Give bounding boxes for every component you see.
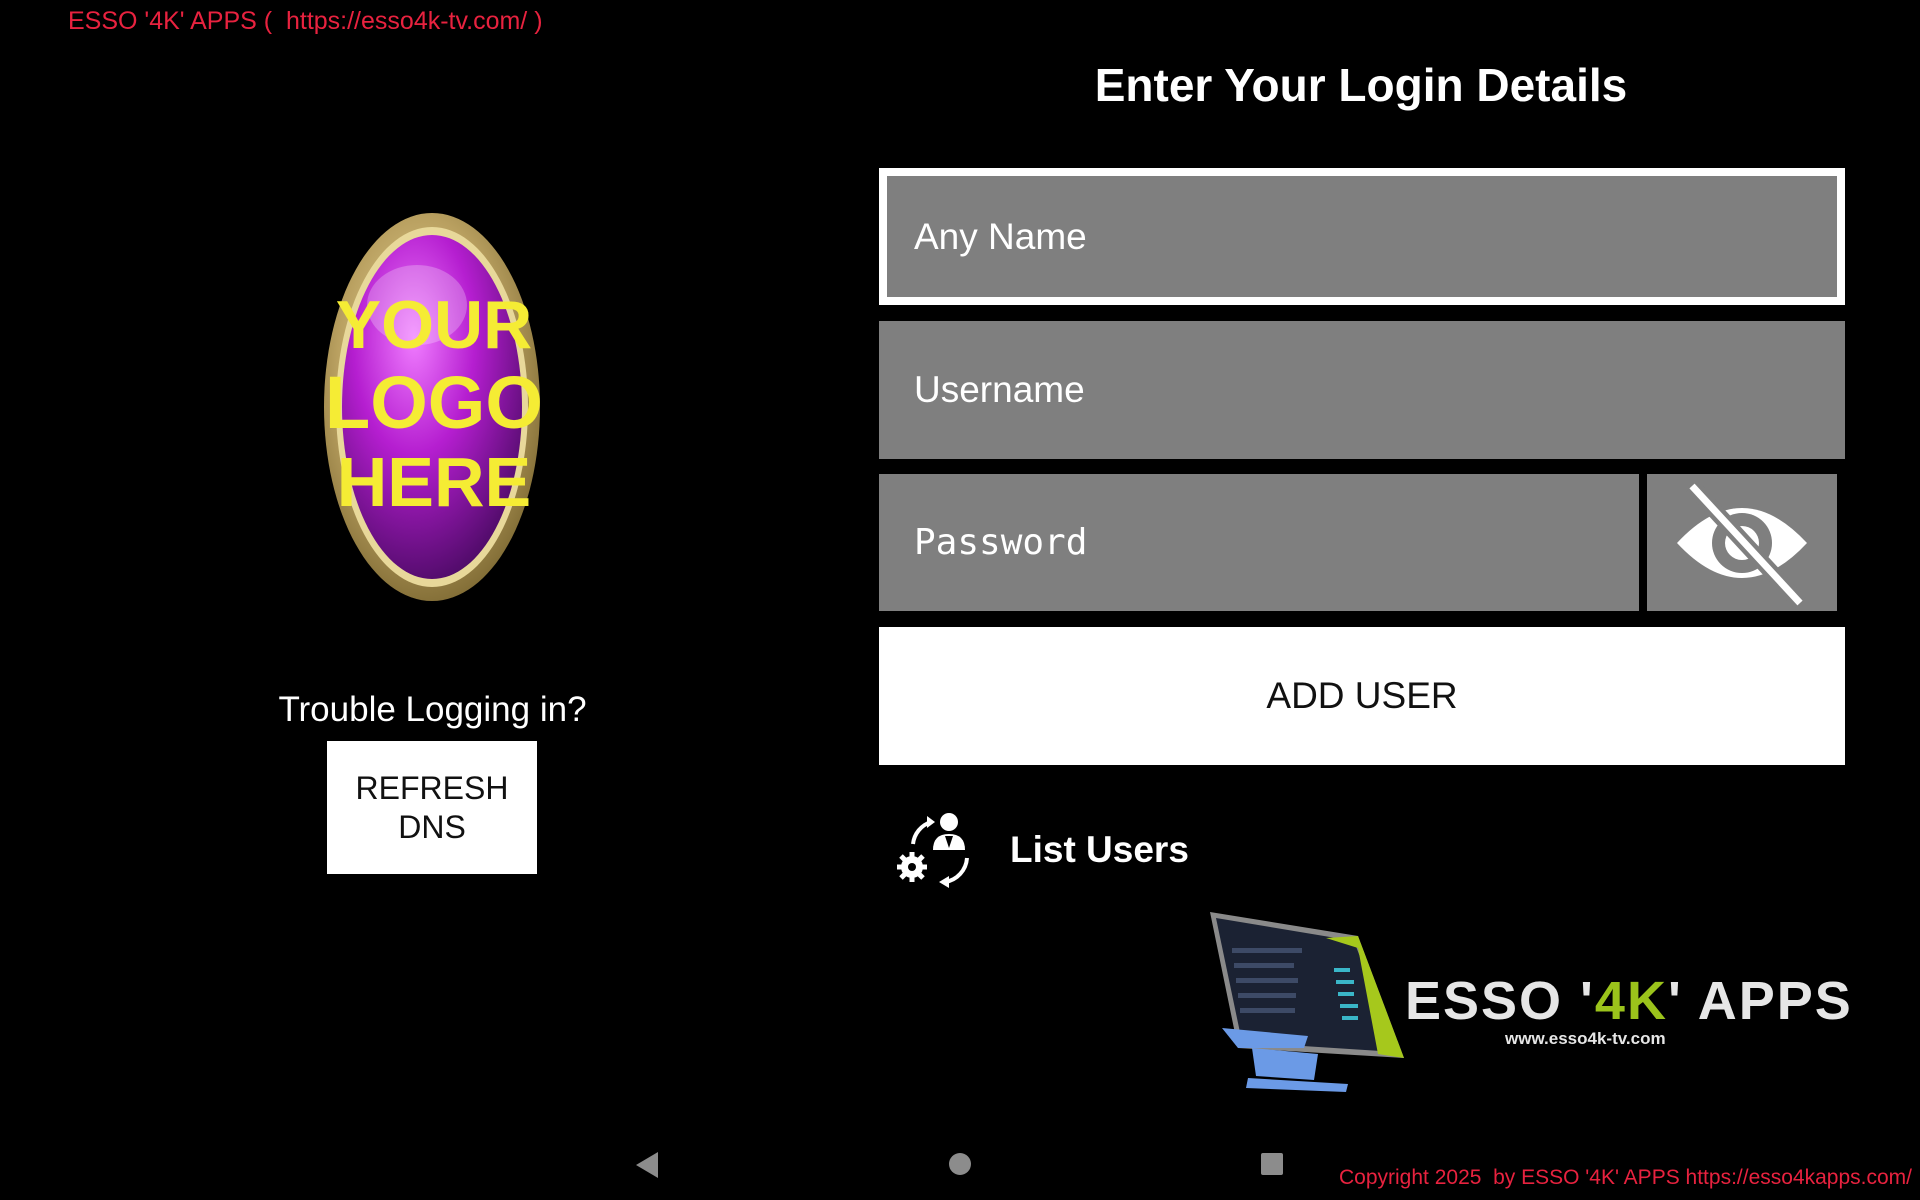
copyright-text: Copyright 2025 by ESSO '4K' APPS https:/…	[1339, 1166, 1912, 1189]
logo-text-line2: LOGO	[325, 361, 542, 444]
any-name-placeholder: Any Name	[914, 215, 1087, 257]
logo-text-line1: YOUR	[336, 287, 532, 363]
brand-monitor-logo	[1210, 912, 1404, 1092]
brand-name-accent: 4K	[1594, 971, 1668, 1031]
password-placeholder: Password	[914, 522, 1088, 563]
list-users-label: List Users	[1010, 829, 1189, 870]
password-input[interactable]: Password	[879, 474, 1639, 611]
logo-text-line3: HERE	[337, 443, 531, 521]
eye-off-icon	[1677, 480, 1807, 608]
login-title: Enter Your Login Details	[1094, 59, 1628, 111]
trouble-logging-text: Trouble Logging in?	[278, 690, 587, 729]
add-user-button[interactable]: ADD USER	[879, 627, 1845, 765]
username-input[interactable]: Username	[879, 321, 1845, 459]
home-icon[interactable]	[948, 1152, 972, 1176]
list-users-button[interactable]: List Users	[895, 810, 1189, 890]
refresh-dns-button[interactable]: REFRESH DNS	[327, 741, 537, 874]
brand-name: ESSO '4K' APPS	[1405, 970, 1853, 1032]
logo-badge: YOUR LOGO HERE	[324, 213, 542, 601]
username-placeholder: Username	[914, 369, 1085, 410]
toggle-password-visibility-button[interactable]	[1647, 474, 1837, 611]
brand-name-pre: ESSO '	[1405, 971, 1595, 1031]
brand-url: www.esso4k-tv.com	[1505, 1029, 1666, 1048]
recents-icon[interactable]	[1260, 1152, 1284, 1176]
manage-users-icon	[897, 813, 969, 888]
top-banner: ESSO '4K' APPS ( https://esso4k-tv.com/ …	[68, 7, 543, 35]
back-icon[interactable]	[632, 1150, 660, 1180]
any-name-input[interactable]: Any Name	[879, 168, 1845, 305]
brand-name-post: ' APPS	[1667, 971, 1853, 1031]
